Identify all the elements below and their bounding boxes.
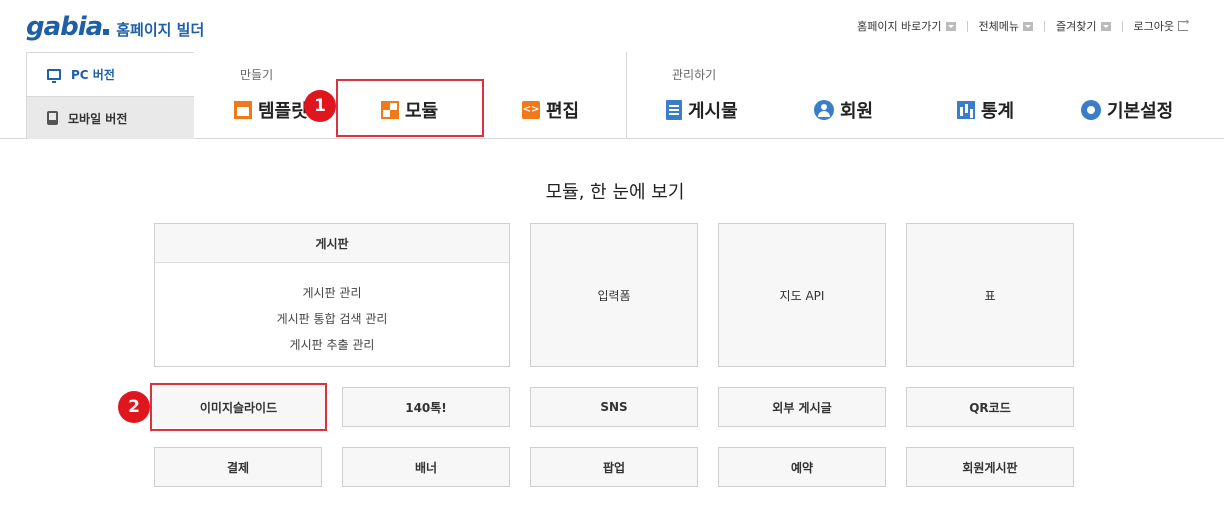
logout-link[interactable]: 로그아웃 — [1133, 17, 1190, 34]
favorites-link[interactable]: 즐겨찾기 — [1056, 18, 1111, 34]
mobile-version-label: 모바일 버전 — [68, 111, 128, 126]
all-menu-link[interactable]: 전체메뉴 — [978, 18, 1034, 34]
member-board-button[interactable]: 회원게시판 — [906, 447, 1074, 487]
gear-icon — [1081, 100, 1101, 120]
top-bar: gabia 홈페이지 빌더 홈페이지 바로가기 전체메뉴 즐겨찾기 로그아웃 — [0, 0, 1224, 52]
phone-icon — [47, 111, 58, 125]
payment-button[interactable]: 결제 — [154, 447, 322, 487]
document-icon — [666, 100, 682, 120]
members-label: 회원 — [840, 101, 874, 122]
homepage-link[interactable]: 홈페이지 바로가기 — [857, 18, 956, 34]
all-menu-label: 전체메뉴 — [978, 20, 1020, 33]
board-search-manage-link[interactable]: 게시판 통합 검색 관리 — [155, 306, 509, 332]
qr-code-button[interactable]: QR코드 — [906, 387, 1074, 427]
posts-label: 게시물 — [688, 101, 738, 122]
banner-button[interactable]: 배너 — [342, 447, 510, 487]
step-badge-1: 1 — [304, 90, 336, 122]
main-nav: PC 버전 모바일 버전 만들기 관리하기 템플릿 — [0, 52, 1224, 139]
stats-label: 통계 — [981, 101, 1015, 122]
popup-button[interactable]: 팝업 — [530, 447, 698, 487]
make-section-label: 만들기 — [240, 68, 274, 82]
pc-version-tab[interactable]: PC 버전 — [27, 52, 194, 96]
template-label: 템플릿 — [258, 101, 308, 122]
page-title: 모듈, 한 눈에 보기 — [545, 182, 685, 203]
dropdown-icon — [945, 21, 956, 31]
logo-subtitle: 홈페이지 빌더 — [116, 21, 205, 39]
step-badge-2: 2 — [118, 391, 150, 423]
dropdown-icon — [1023, 21, 1034, 31]
reservation-button[interactable]: 예약 — [718, 447, 886, 487]
settings-label: 기본설정 — [1107, 101, 1174, 122]
logout-icon — [1178, 17, 1189, 31]
edit-menu[interactable]: <> 편집 — [522, 97, 579, 123]
board-manage-link[interactable]: 게시판 관리 — [155, 280, 509, 306]
module-icon — [381, 101, 399, 119]
members-menu[interactable]: 회원 — [814, 97, 873, 123]
dropdown-icon — [1100, 21, 1111, 31]
board-card-title: 게시판 — [155, 224, 509, 263]
manage-section-label: 관리하기 — [672, 68, 717, 82]
divider — [1044, 20, 1046, 32]
pc-version-label: PC 버전 — [71, 68, 115, 82]
monitor-icon — [47, 69, 61, 83]
input-form-card[interactable]: 입력폼 — [530, 223, 698, 367]
divider — [966, 20, 968, 32]
module-label: 모듈 — [405, 101, 439, 122]
board-card: 게시판 게시판 관리 게시판 통합 검색 관리 게시판 추출 관리 — [154, 223, 510, 367]
board-links: 게시판 관리 게시판 통합 검색 관리 게시판 추출 관리 — [155, 263, 509, 358]
edit-label: 편집 — [546, 101, 580, 122]
external-post-button[interactable]: 외부 게시글 — [718, 387, 886, 427]
bar-chart-icon — [957, 101, 975, 119]
version-tabs: PC 버전 모바일 버전 — [26, 52, 194, 139]
board-extract-manage-link[interactable]: 게시판 추출 관리 — [155, 332, 509, 358]
settings-menu[interactable]: 기본설정 — [1081, 97, 1173, 123]
module-menu[interactable]: 모듈 — [381, 97, 438, 123]
code-icon: <> — [522, 101, 540, 119]
image-slide-button[interactable]: 이미지슬라이드 — [150, 383, 327, 431]
template-menu[interactable]: 템플릿 — [234, 97, 308, 123]
mobile-version-tab[interactable]: 모바일 버전 — [27, 96, 194, 139]
user-icon — [814, 100, 834, 120]
favorites-label: 즐겨찾기 — [1056, 20, 1097, 33]
homepage-link-label: 홈페이지 바로가기 — [857, 20, 942, 33]
map-api-card[interactable]: 지도 API — [718, 223, 886, 367]
divider — [1121, 20, 1123, 32]
table-card[interactable]: 표 — [906, 223, 1074, 367]
posts-menu[interactable]: 게시물 — [666, 97, 738, 123]
logo-dot-icon — [103, 29, 110, 35]
gabia-logo[interactable]: gabia 홈페이지 빌더 — [26, 12, 204, 42]
logout-label: 로그아웃 — [1133, 20, 1174, 33]
sns-button[interactable]: SNS — [530, 387, 698, 427]
talk140-button[interactable]: 140톡! — [342, 387, 510, 427]
template-icon — [234, 101, 252, 119]
logo-wordmark: gabia — [26, 12, 103, 42]
nav-divider — [626, 52, 627, 139]
top-links: 홈페이지 바로가기 전체메뉴 즐겨찾기 로그아웃 — [857, 17, 1190, 34]
stats-menu[interactable]: 통계 — [957, 97, 1014, 123]
